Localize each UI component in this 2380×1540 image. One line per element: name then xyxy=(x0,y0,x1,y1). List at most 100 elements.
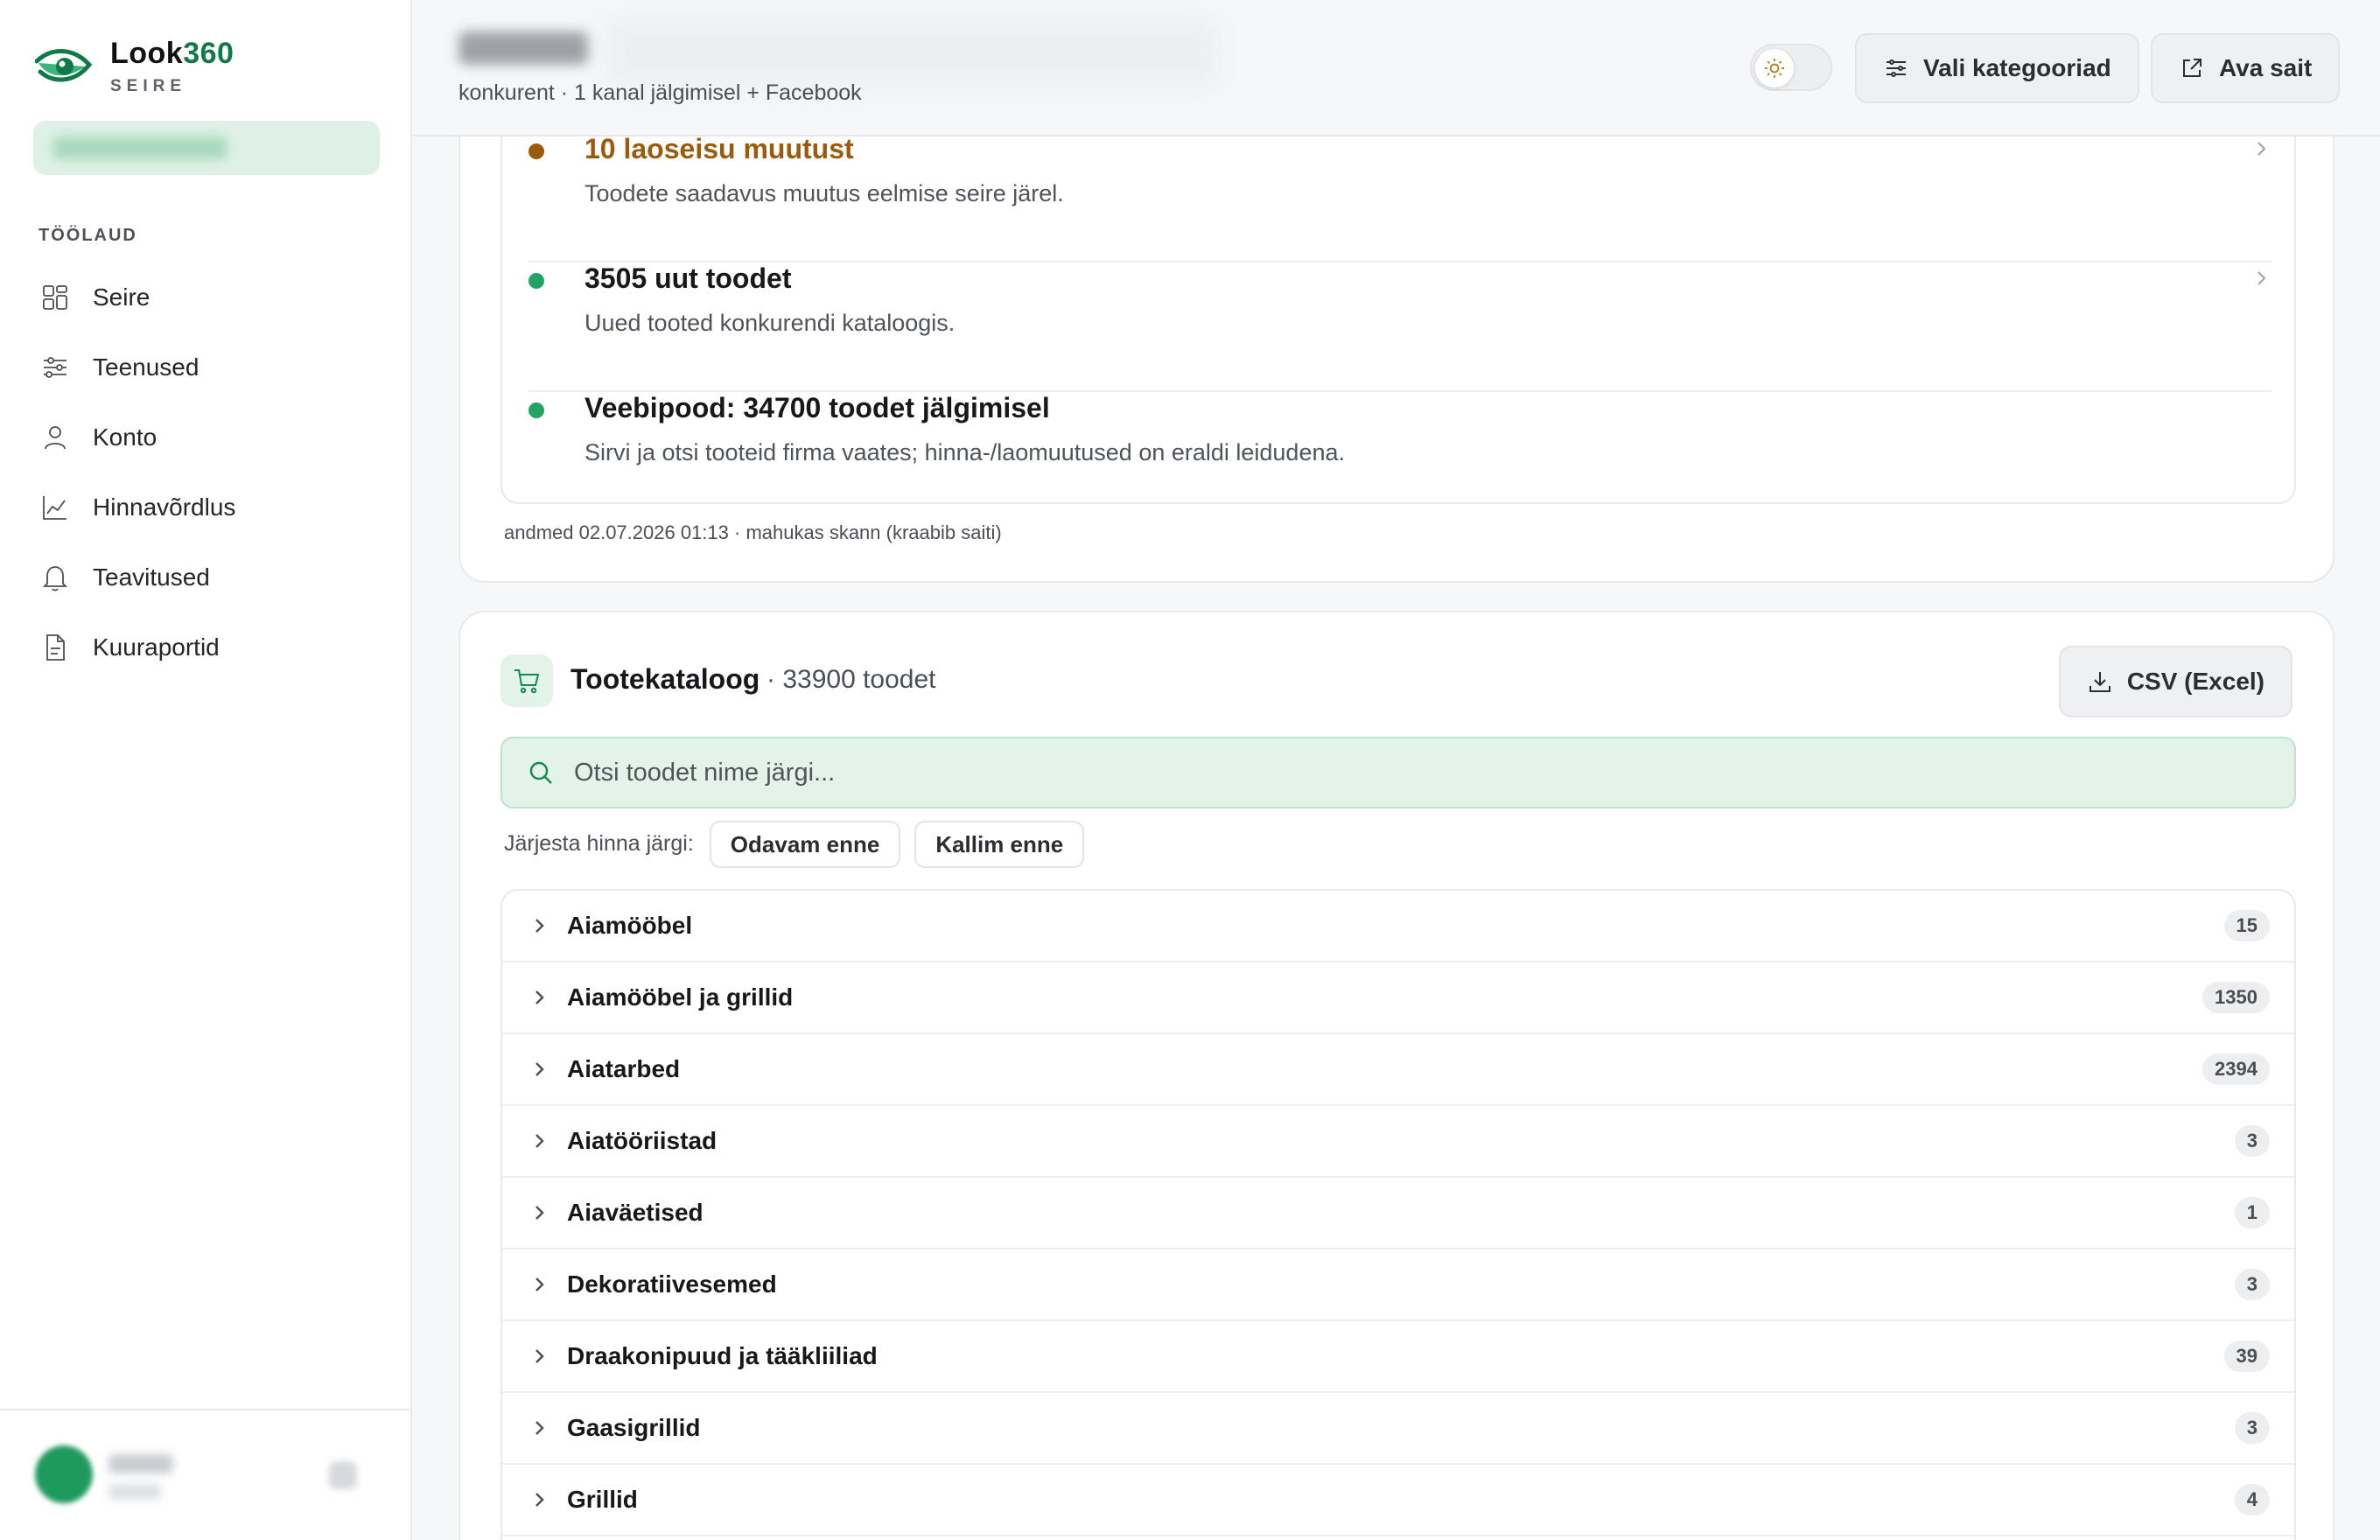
sliders-icon xyxy=(44,357,66,378)
brand-name-main: Look xyxy=(110,37,184,70)
sidebar-item-konto[interactable]: Konto xyxy=(21,402,392,472)
page-header: konkurent · 1 kanal jälgimisel + Faceboo… xyxy=(413,0,2380,136)
chevron-right-icon xyxy=(2258,142,2266,156)
sort-cheaper-first-button[interactable]: Odavam enne xyxy=(709,821,901,868)
change-description: Sirvi ja otsi tooteid firma vaates; hinn… xyxy=(584,439,1345,466)
catalog-title: Tootekataloog xyxy=(570,663,760,695)
account-selector[interactable] xyxy=(33,121,380,175)
category-name: Gaasigrillid xyxy=(567,1414,701,1441)
sidebar-item-label: Seire xyxy=(93,284,150,311)
status-dot-icon xyxy=(528,273,544,289)
sidebar-section-label: TÖÖLAUD xyxy=(38,226,137,245)
change-title: Veebipood: 34700 toodet jälgimisel xyxy=(584,392,1050,424)
filter-lines-icon xyxy=(1886,60,1906,77)
chevron-right-icon xyxy=(536,1349,544,1363)
open-site-label: Ava sait xyxy=(2219,54,2313,81)
page-title-area-redacted xyxy=(606,18,1218,88)
brand-text: Look360 SEIRE xyxy=(110,33,234,96)
sidebar-footer xyxy=(0,1409,410,1540)
chevron-right-icon xyxy=(2258,271,2266,285)
status-dot-icon xyxy=(528,144,544,159)
external-link-icon xyxy=(2183,59,2202,77)
sidebar-item-teenused[interactable]: Teenused xyxy=(21,332,392,402)
eye-logo-icon xyxy=(35,49,93,82)
logout-icon[interactable] xyxy=(329,1461,357,1489)
category-row[interactable]: Aiatarbed 2394 xyxy=(502,1034,2294,1106)
brand-subtitle: SEIRE xyxy=(110,77,187,95)
category-name: Draakonipuud ja tääkliiliad xyxy=(567,1342,878,1369)
sort-pricier-first-button[interactable]: Kallim enne xyxy=(914,821,1085,868)
avatar[interactable] xyxy=(35,1446,93,1503)
theme-toggle[interactable] xyxy=(1750,44,1832,91)
bell-icon xyxy=(42,566,68,592)
brand-name-accent: 360 xyxy=(183,37,234,70)
category-row[interactable]: Aiatööriistad 3 xyxy=(502,1106,2294,1178)
sidebar-item-kuuraportid[interactable]: Kuuraportid xyxy=(21,612,392,682)
sort-row: Järjesta hinna järgi: Odavam enne Kallim… xyxy=(504,819,1098,868)
theme-toggle-knob xyxy=(1755,49,1794,88)
category-count-badge: 3 xyxy=(2234,1412,2270,1444)
category-count-badge: 2394 xyxy=(2202,1054,2270,1085)
category-row[interactable]: Aiamööbel 15 xyxy=(502,891,2294,962)
chevron-right-icon xyxy=(536,1493,544,1507)
chevron-right-icon xyxy=(536,919,544,933)
search-icon xyxy=(529,761,552,784)
change-item-stock[interactable]: 10 laoseisu muutust Toodete saadavus muu… xyxy=(502,133,2298,262)
chevron-right-icon xyxy=(536,1278,544,1292)
open-site-button[interactable]: Ava sait xyxy=(2151,33,2341,103)
category-row[interactable]: Aiaväetised 1 xyxy=(502,1178,2294,1250)
brand[interactable]: Look360 SEIRE xyxy=(35,33,234,100)
category-count-badge: 39 xyxy=(2223,1340,2270,1372)
shopping-cart-icon xyxy=(514,669,540,694)
sidebar-item-hinnavordlus[interactable]: Hinnavõrdlus xyxy=(21,472,392,542)
category-count-badge: 3 xyxy=(2234,1269,2270,1300)
user-name-redacted xyxy=(108,1454,173,1474)
user-role-redacted xyxy=(108,1484,161,1500)
category-name: Dekoratiivesemed xyxy=(567,1270,777,1298)
category-row[interactable]: Draakonipuud ja tääkliiliad 39 xyxy=(502,1321,2294,1393)
account-name-redacted xyxy=(52,136,228,159)
category-name: Aiatarbed xyxy=(567,1055,681,1082)
category-name: Aiatööriistad xyxy=(567,1127,718,1154)
data-timestamp: andmed 02.07.2026 01:13 · mahukas skann … xyxy=(504,522,1002,543)
category-row[interactable]: Dekoratiivesemed 3 xyxy=(502,1250,2294,1321)
category-list: Aiamööbel 15 Aiamööbel ja grillid 1350 A… xyxy=(500,889,2296,1540)
changes-list: 10 laoseisu muutust Toodete saadavus muu… xyxy=(500,133,2298,504)
category-count-badge: 3 xyxy=(2234,1125,2270,1157)
sidebar-item-seire[interactable]: Seire xyxy=(21,262,392,332)
category-name: Aiaväetised xyxy=(567,1199,704,1226)
change-description: Uued tooted konkurendi kataloogis. xyxy=(584,310,956,336)
status-dot-icon xyxy=(528,402,544,418)
change-item-new-products[interactable]: 3505 uut toodet Uued tooted konkurendi k… xyxy=(502,262,2298,392)
category-name: Grillid xyxy=(567,1486,638,1513)
choose-categories-button[interactable]: Vali kategooriad xyxy=(1855,33,2139,103)
product-search[interactable] xyxy=(500,737,2296,808)
document-icon xyxy=(46,634,65,661)
chevron-right-icon xyxy=(536,990,544,1004)
sidebar-nav: Seire Teenused Konto Hinnavõrdlus Teavit… xyxy=(21,262,392,682)
category-row[interactable]: Gaasigrillid 3 xyxy=(502,1393,2294,1465)
category-count-badge: 1350 xyxy=(2202,982,2270,1013)
grid-icon xyxy=(43,285,67,310)
category-name: Aiamööbel ja grillid xyxy=(567,984,794,1011)
chevron-right-icon xyxy=(536,1206,544,1220)
app-root: Look360 SEIRE TÖÖLAUD Seire Teenused Kon… xyxy=(0,0,2380,1540)
csv-export-button[interactable]: CSV (Excel) xyxy=(2058,646,2292,718)
category-count-badge: 15 xyxy=(2223,910,2270,942)
category-count-badge: 4 xyxy=(2234,1484,2270,1516)
page-title-redacted xyxy=(458,32,588,65)
page-subtitle: konkurent · 1 kanal jälgimisel + Faceboo… xyxy=(458,80,862,105)
catalog-icon-box xyxy=(500,654,553,707)
sidebar-item-teavitused[interactable]: Teavitused xyxy=(21,542,392,612)
search-input[interactable] xyxy=(574,758,2236,788)
category-row[interactable]: Aiamööbel ja grillid 1350 xyxy=(502,962,2294,1034)
chart-line-icon xyxy=(43,496,66,520)
sun-icon xyxy=(1765,59,1784,78)
catalog-count: · 33900 toodet xyxy=(766,665,936,694)
sidebar-item-label: Kuuraportid xyxy=(93,634,220,661)
download-icon xyxy=(2089,672,2110,692)
category-row[interactable]: Grillid 4 xyxy=(502,1465,2294,1536)
category-count-badge: 1 xyxy=(2234,1197,2270,1228)
sidebar-item-label: Teenused xyxy=(93,354,200,381)
csv-export-label: CSV (Excel) xyxy=(2126,668,2264,695)
